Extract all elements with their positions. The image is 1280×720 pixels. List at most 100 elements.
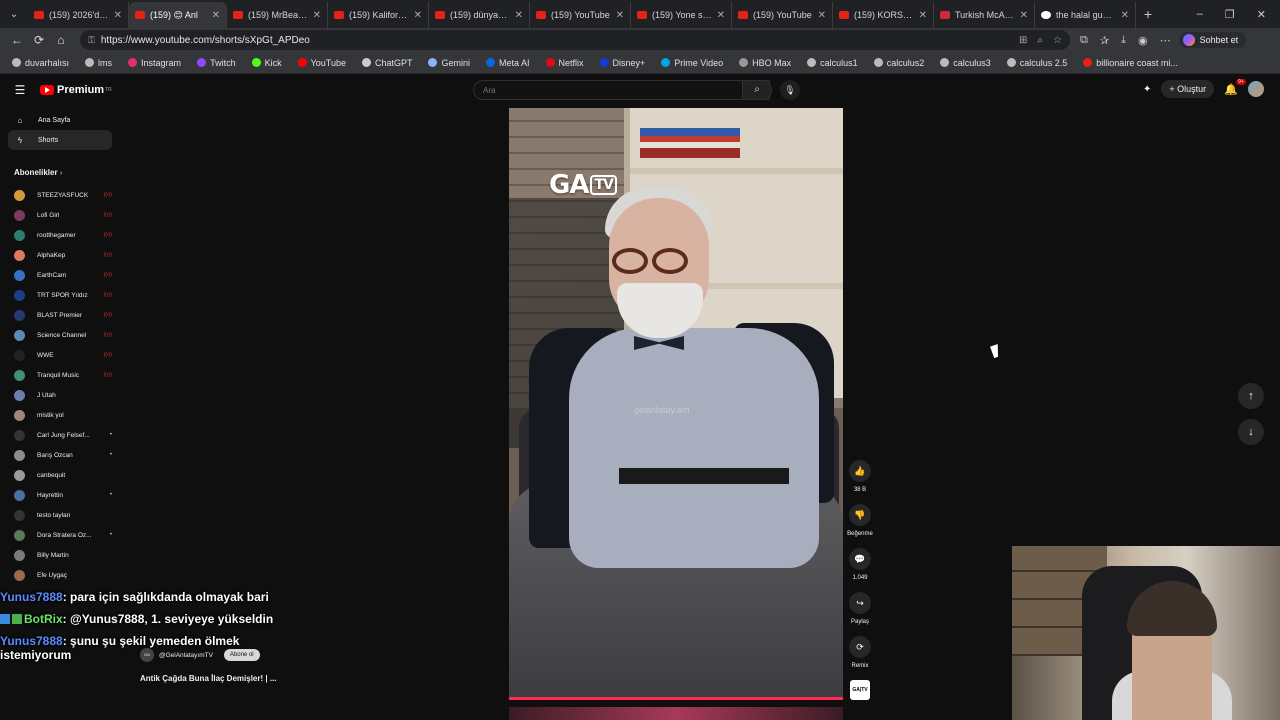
subscription-item[interactable]: WWE ((•)) [8, 345, 112, 365]
close-tab-icon[interactable]: ✕ [717, 10, 725, 21]
browser-tab[interactable]: the halal guys mo ✕ [1035, 2, 1136, 28]
close-tab-icon[interactable]: ✕ [515, 10, 523, 21]
subscription-item[interactable]: testo taylan [8, 505, 112, 525]
subscription-item[interactable]: Lofi Girl ((•)) [8, 205, 112, 225]
subscription-item[interactable]: mistik yol [8, 405, 112, 425]
sidebar-item-shorts[interactable]: ϟ Shorts [8, 130, 112, 150]
create-button[interactable]: + Oluştur [1161, 80, 1215, 98]
subscription-item[interactable]: AlphaKep ((•)) [8, 245, 112, 265]
reload-icon[interactable]: ⟳ [28, 33, 50, 47]
subscription-item[interactable]: Carl Jung Felsef... • [8, 425, 112, 445]
bookmark-item[interactable]: HBO Max [731, 58, 799, 68]
browser-tab[interactable]: (159) YouTube ✕ [530, 2, 631, 28]
browser-tab[interactable]: (159) 2026'da Dü ✕ [28, 2, 129, 28]
subscription-item[interactable]: TRT SPOR Yıldız ((•)) [8, 285, 112, 305]
subscription-item[interactable]: STEEZYASFUCK ((•)) [8, 185, 112, 205]
address-bar[interactable]: ⚿ https://www.youtube.com/shorts/sXpGt_A… [80, 30, 1070, 50]
close-tab-icon[interactable]: ✕ [212, 10, 220, 21]
subscription-item[interactable]: canbequit [8, 465, 112, 485]
subscription-item[interactable]: J Utah [8, 385, 112, 405]
subscription-item[interactable]: Tranquil Music ((•)) [8, 365, 112, 385]
short-video-player[interactable]: GA TV gelanlatay.am [509, 108, 843, 700]
youtube-logo[interactable]: Premium TR [40, 84, 112, 96]
bookmark-item[interactable]: calculus 2.5 [999, 58, 1076, 68]
bookmark-item[interactable]: Instagram [120, 58, 189, 68]
previous-short-button[interactable]: ↑ [1238, 383, 1264, 409]
subscription-item[interactable]: rootthegamer ((•)) [8, 225, 112, 245]
browser-tab[interactable]: (159) Kaliforniya I ✕ [328, 2, 429, 28]
comment-button[interactable]: 💬 1.049 [846, 548, 874, 581]
notifications-icon[interactable]: 🔔 9+ [1224, 78, 1246, 96]
browser-tab[interactable]: (159) MrBeast - Y ✕ [227, 2, 328, 28]
app-icon[interactable]: ⊞ [1019, 35, 1027, 46]
remix-button[interactable]: ⟳ Remix [846, 636, 874, 669]
favorite-star-icon[interactable]: ☆ [1053, 35, 1062, 46]
bookmark-item[interactable]: lms [77, 58, 120, 68]
home-icon[interactable]: ⌂ [50, 33, 72, 47]
subscription-item[interactable]: EarthCam ((•)) [8, 265, 112, 285]
like-button[interactable]: 👍 38 B [846, 460, 874, 493]
profile-icon[interactable]: ◉ [1138, 34, 1148, 47]
browser-tab[interactable]: (159) YouTube ✕ [732, 2, 833, 28]
subscriptions-heading[interactable]: Abonelikler › [8, 150, 112, 185]
close-tab-icon[interactable]: ✕ [818, 10, 826, 21]
more-menu-icon[interactable]: ⋯ [1160, 34, 1171, 47]
subscription-item[interactable]: Science Channel ((•)) [8, 325, 112, 345]
subscription-item[interactable]: Dora Stratera Öz... • [8, 525, 112, 545]
bookmark-item[interactable]: duvarhalısı [4, 58, 77, 68]
microphone-icon[interactable]: 🎙 [780, 80, 800, 100]
sound-button[interactable]: GA|TV [846, 680, 874, 700]
bookmark-item[interactable]: calculus2 [866, 58, 933, 68]
close-tab-icon[interactable]: ✕ [919, 10, 927, 21]
bookmark-item[interactable]: Gemini [420, 58, 478, 68]
search-input[interactable]: Ara [473, 80, 770, 100]
bookmark-item[interactable]: Disney+ [592, 58, 654, 68]
bookmark-item[interactable]: calculus3 [932, 58, 999, 68]
restore-icon[interactable]: ❐ [1225, 8, 1235, 21]
subscription-item[interactable]: BLAST Premier ((•)) [8, 305, 112, 325]
video-title[interactable]: Antik Çağda Buna İlaç Demişler! | ... [140, 674, 277, 683]
download-icon[interactable]: ⤓ [1121, 34, 1126, 47]
menu-icon[interactable]: ☰ [0, 83, 40, 97]
close-tab-icon[interactable]: ✕ [1020, 10, 1028, 21]
next-short-button[interactable]: ↓ [1238, 419, 1264, 445]
bookmark-item[interactable]: Netflix [538, 58, 592, 68]
bookmark-item[interactable]: billionaire coast mi... [1075, 58, 1186, 68]
browser-tab[interactable]: (159) Yone soiled ✕ [631, 2, 732, 28]
cast-icon[interactable]: ✦ [1143, 84, 1151, 95]
sidebar-item-home[interactable]: ⌂ Ana Sayfa [8, 110, 112, 130]
browser-tab[interactable]: (159) KORSAN OY ✕ [833, 2, 934, 28]
bookmark-item[interactable]: Meta AI [478, 58, 538, 68]
close-tab-icon[interactable]: ✕ [1121, 10, 1129, 21]
site-info-icon[interactable]: ⚿ [88, 35, 95, 46]
new-tab-icon[interactable]: + [1136, 6, 1160, 22]
close-tab-icon[interactable]: ✕ [313, 10, 321, 21]
tab-list-icon[interactable]: ⌄ [0, 0, 28, 28]
minimize-icon[interactable]: – [1197, 8, 1203, 21]
bookmark-item[interactable]: YouTube [290, 58, 354, 68]
subscription-item[interactable]: Barış Özcan • [8, 445, 112, 465]
close-window-icon[interactable]: ✕ [1257, 8, 1266, 21]
bookmark-item[interactable]: calculus1 [799, 58, 866, 68]
account-avatar[interactable] [1247, 81, 1264, 97]
subscription-item[interactable]: Hayrettin • [8, 485, 112, 505]
bookmark-item[interactable]: Twitch [189, 58, 244, 68]
browser-tab[interactable]: (159) 😊 Anl ✕ [129, 2, 227, 28]
browser-tab[interactable]: Turkish McAllen, T ✕ [934, 2, 1035, 28]
next-short-preview[interactable] [509, 707, 843, 720]
subscription-item[interactable]: Efe Uygaç [8, 565, 112, 585]
zoom-icon[interactable]: ⌕ [1037, 35, 1043, 46]
bookmark-item[interactable]: Prime Video [653, 58, 731, 68]
browser-tab[interactable]: (159) dünyanın en ✕ [429, 2, 530, 28]
close-tab-icon[interactable]: ✕ [616, 10, 624, 21]
share-button[interactable]: ↪ Paylaş [846, 592, 874, 625]
search-icon[interactable]: ⌕ [742, 80, 772, 100]
bookmark-item[interactable]: ChatGPT [354, 58, 421, 68]
close-tab-icon[interactable]: ✕ [414, 10, 422, 21]
back-icon[interactable]: ← [6, 33, 28, 47]
extensions-icon[interactable]: ⧉ [1080, 34, 1088, 47]
video-progress-bar[interactable] [509, 697, 843, 700]
dislike-button[interactable]: 👎 Beğenme [846, 504, 874, 537]
close-tab-icon[interactable]: ✕ [114, 10, 122, 21]
favorites-icon[interactable]: ✰ [1100, 34, 1109, 47]
